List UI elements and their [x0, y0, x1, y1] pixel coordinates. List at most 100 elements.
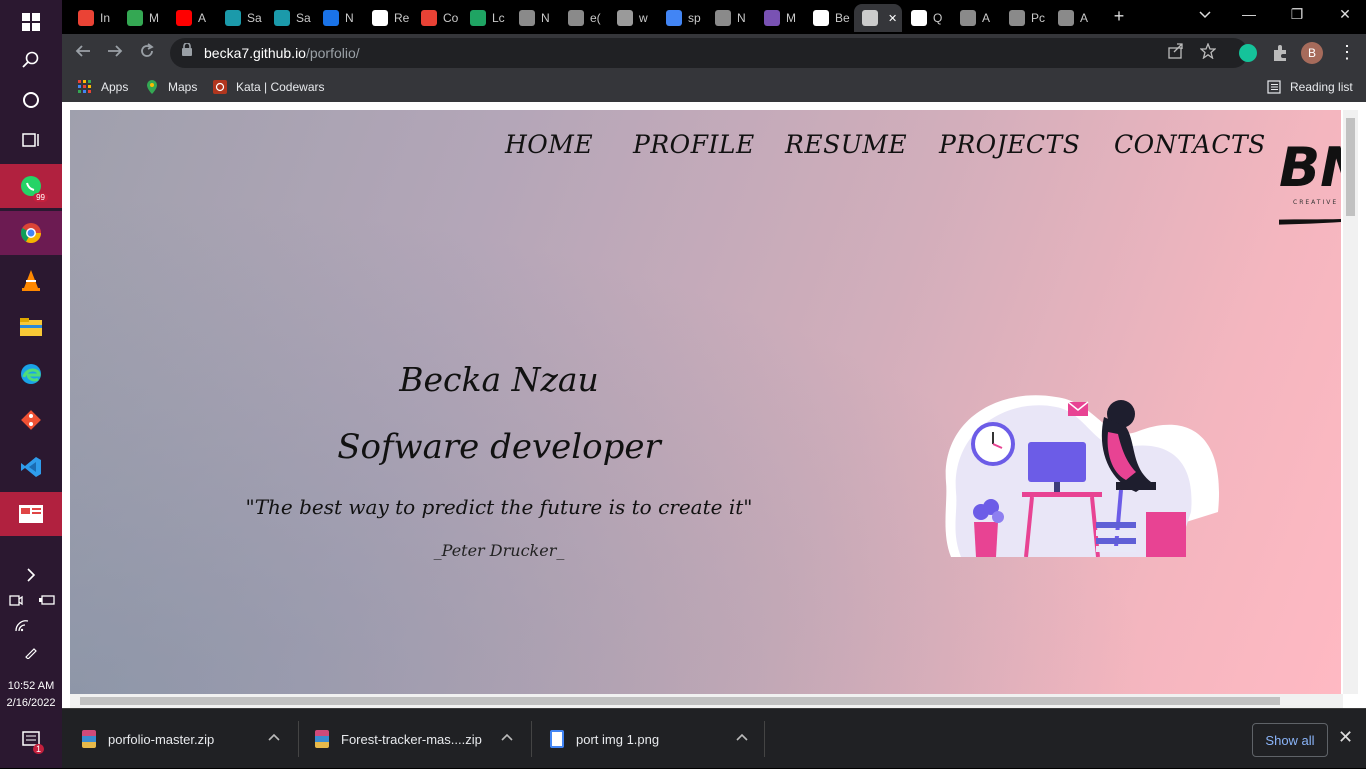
- download-item[interactable]: port img 1.png: [550, 709, 748, 769]
- logo-text: BN: [1279, 136, 1341, 199]
- globe-icon: [862, 10, 878, 26]
- tab[interactable]: A: [952, 4, 1000, 32]
- chevron-up-icon[interactable]: [501, 729, 513, 744]
- tab-label: Lc: [492, 11, 505, 25]
- tab[interactable]: w: [609, 4, 657, 32]
- tab[interactable]: Sa: [266, 4, 314, 32]
- reading-list-icon: [1267, 80, 1281, 94]
- file-explorer-icon[interactable]: [0, 305, 62, 349]
- image-file-icon: [550, 730, 564, 748]
- tab[interactable]: Re: [364, 4, 412, 32]
- system-clock[interactable]: 10:52 AM 2/16/2022: [0, 678, 62, 712]
- tab-label: A: [198, 11, 207, 25]
- windows-taskbar: 99 10:52 AM 2/16/2022 1: [0, 0, 62, 768]
- address-bar[interactable]: becka7.github.io/porfolio/: [170, 38, 1248, 68]
- download-item[interactable]: porfolio-master.zip: [82, 709, 280, 769]
- tab-search-icon[interactable]: [1190, 6, 1220, 22]
- vlc-icon[interactable]: [0, 258, 62, 302]
- vscode-icon[interactable]: [0, 445, 62, 489]
- whatsapp-unread-badge: 99: [33, 193, 48, 202]
- tab[interactable]: N: [315, 4, 363, 32]
- bookmarks-bar: Apps Maps Kata | Codewars Reading list: [62, 72, 1366, 102]
- back-button[interactable]: [70, 40, 96, 66]
- extensions-icon[interactable]: [1271, 44, 1289, 67]
- chevron-up-icon[interactable]: [268, 729, 280, 744]
- tab[interactable]: A: [168, 4, 216, 32]
- chevron-up-icon[interactable]: [736, 729, 748, 744]
- youtube-icon: [176, 10, 192, 26]
- tab-label: M: [786, 11, 796, 25]
- restore-button[interactable]: ❐: [1282, 6, 1312, 23]
- download-filename: porfolio-master.zip: [108, 731, 215, 747]
- close-tab-icon[interactable]: ✕: [888, 12, 897, 25]
- download-item[interactable]: Forest-tracker-mas....zip: [315, 709, 513, 769]
- lock-icon[interactable]: [182, 42, 192, 60]
- reading-list-button[interactable]: Reading list: [1267, 77, 1353, 97]
- tab-strip: In M A Sa Sa N Re Co Lc Ne(w sp N M Be ✕ Q A Pc A + — ❐ ✕: [62, 0, 1366, 34]
- nav-contacts[interactable]: CONTACTS: [1114, 130, 1266, 159]
- tab[interactable]: Co: [413, 4, 461, 32]
- chrome-icon[interactable]: [0, 211, 62, 255]
- nav-resume[interactable]: RESUME: [785, 130, 907, 159]
- tab[interactable]: Be: [805, 4, 853, 32]
- search-icon[interactable]: [0, 38, 62, 82]
- tab[interactable]: Q: [903, 4, 951, 32]
- bn-creative-logo[interactable]: BN CREATIVE: [1239, 128, 1341, 228]
- profile-avatar[interactable]: B: [1301, 42, 1323, 64]
- chrome-menu-icon[interactable]: ⋮: [1338, 42, 1356, 63]
- nav-profile[interactable]: PROFILE: [633, 130, 755, 159]
- close-window-button[interactable]: ✕: [1330, 6, 1360, 23]
- scrollbar-thumb[interactable]: [1346, 118, 1355, 216]
- cortana-icon[interactable]: [0, 78, 62, 122]
- forward-button[interactable]: [102, 40, 128, 66]
- tab[interactable]: M: [756, 4, 804, 32]
- tab-active[interactable]: ✕: [854, 4, 902, 32]
- share-icon[interactable]: [1168, 43, 1184, 63]
- horizontal-scrollbar[interactable]: [70, 694, 1343, 708]
- task-view-icon[interactable]: [0, 118, 62, 162]
- battery-icon[interactable]: [31, 590, 62, 610]
- notification-center-icon[interactable]: 1: [0, 718, 62, 762]
- bookmark-maps[interactable]: Maps: [145, 77, 197, 97]
- pen-icon[interactable]: [0, 642, 62, 662]
- tab[interactable]: A: [1050, 4, 1098, 32]
- google-icon: [666, 10, 682, 26]
- bootstrap-icon: [764, 10, 780, 26]
- tab[interactable]: In: [70, 4, 118, 32]
- bookmark-label: Maps: [168, 80, 198, 94]
- clock-date: 2/16/2022: [6, 697, 56, 709]
- tab[interactable]: Lc: [462, 4, 510, 32]
- tab[interactable]: Sa: [217, 4, 265, 32]
- grammarly-icon[interactable]: [1239, 44, 1257, 62]
- scrollbar-thumb[interactable]: [80, 697, 1280, 705]
- tab-label: A: [1080, 11, 1089, 25]
- developer-illustration: [936, 372, 1226, 558]
- git-icon[interactable]: [0, 398, 62, 442]
- edge-icon[interactable]: [0, 352, 62, 396]
- tab[interactable]: N: [511, 4, 559, 32]
- whatsapp-icon[interactable]: 99: [0, 164, 62, 208]
- reload-button[interactable]: [134, 40, 160, 66]
- meet-now-icon[interactable]: [0, 590, 31, 610]
- tab-label: N: [541, 11, 550, 25]
- tab[interactable]: M: [119, 4, 167, 32]
- bookmark-star-icon[interactable]: [1199, 42, 1217, 63]
- tab[interactable]: sp: [658, 4, 706, 32]
- bookmark-codewars[interactable]: Kata | Codewars: [213, 77, 325, 97]
- url-path: /porfolio/: [305, 45, 360, 61]
- nav-home[interactable]: HOME: [505, 130, 593, 159]
- tab[interactable]: N: [707, 4, 755, 32]
- wifi-icon[interactable]: [0, 616, 44, 636]
- minimize-button[interactable]: —: [1234, 6, 1264, 22]
- tab[interactable]: e(: [560, 4, 608, 32]
- tab-label: e(: [590, 11, 601, 25]
- bookmark-apps[interactable]: Apps: [78, 77, 128, 97]
- new-tab-button[interactable]: +: [1104, 6, 1134, 27]
- nav-projects[interactable]: PROJECTS: [939, 130, 1080, 159]
- show-all-downloads-button[interactable]: Show all: [1252, 723, 1328, 757]
- vertical-scrollbar[interactable]: [1343, 110, 1358, 694]
- tab[interactable]: Pc: [1001, 4, 1049, 32]
- news-icon[interactable]: [0, 492, 62, 536]
- close-icon[interactable]: ✕: [1338, 727, 1353, 748]
- flow-icon: [225, 10, 241, 26]
